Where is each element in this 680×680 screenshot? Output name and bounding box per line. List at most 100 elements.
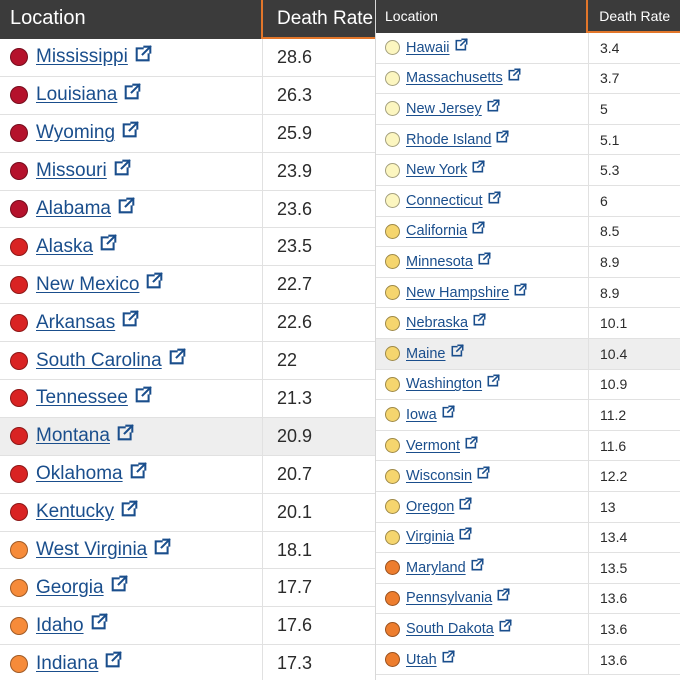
location-link[interactable]: Virginia — [406, 529, 454, 545]
location-link[interactable]: Utah — [406, 652, 437, 668]
location-link[interactable]: Tennessee — [36, 387, 128, 409]
location-link[interactable]: Indiana — [36, 653, 98, 675]
external-link-icon[interactable] — [146, 272, 164, 289]
external-link-icon[interactable] — [130, 461, 147, 479]
location-cell: New Mexico — [0, 266, 263, 304]
rate-color-dot — [385, 621, 400, 637]
location-link[interactable]: New Jersey — [406, 101, 482, 117]
location-link[interactable]: Hawaii — [406, 40, 450, 56]
external-link-icon[interactable] — [122, 120, 139, 138]
location-link[interactable]: Alabama — [36, 198, 111, 220]
external-link-icon[interactable] — [100, 234, 117, 251]
external-link-icon[interactable] — [135, 45, 152, 62]
rate-color-dot — [385, 285, 400, 301]
external-link-icon[interactable] — [459, 496, 473, 510]
location-link[interactable]: California — [406, 223, 467, 239]
location-link[interactable]: Oregon — [406, 499, 454, 515]
location-link[interactable]: Vermont — [406, 438, 460, 454]
location-link[interactable]: Massachusetts — [406, 70, 503, 86]
location-link[interactable]: Louisiana — [36, 84, 117, 106]
rate-color-dot — [385, 40, 400, 56]
location-cell: Washington — [376, 369, 589, 400]
external-link-icon[interactable] — [442, 649, 455, 663]
external-link-icon[interactable] — [472, 160, 486, 173]
death-rate-column-header[interactable]: Death Rate — [263, 0, 375, 39]
table-row: Rhode Island 5.1 — [376, 124, 680, 156]
location-column-header[interactable]: Location — [376, 0, 589, 33]
location-link[interactable]: Rhode Island — [406, 132, 491, 148]
death-rate-cell: 13 — [600, 498, 616, 515]
location-link[interactable]: New Hampshire — [406, 285, 509, 301]
location-link[interactable]: South Dakota — [406, 621, 494, 637]
location-link[interactable]: Pennsylvania — [406, 590, 492, 606]
table-row: New Mexico 22.7 — [0, 266, 375, 305]
rate-color-dot — [10, 162, 28, 181]
location-link[interactable]: West Virginia — [36, 539, 147, 561]
rate-color-dot — [10, 541, 28, 560]
location-link[interactable]: Oklahoma — [36, 463, 123, 485]
table-row: Montana 20.9 — [0, 417, 375, 456]
external-link-icon[interactable] — [111, 575, 128, 592]
location-link[interactable]: Nebraska — [406, 315, 468, 331]
location-link[interactable]: Connecticut — [406, 193, 483, 209]
death-rate-column-header[interactable]: Death Rate — [588, 0, 680, 33]
external-link-icon[interactable] — [499, 619, 512, 632]
external-link-icon[interactable] — [91, 613, 108, 630]
external-link-icon[interactable] — [473, 313, 486, 326]
table-row: South Carolina 22 — [0, 342, 375, 381]
external-link-icon[interactable] — [118, 196, 135, 214]
rate-color-dot — [385, 162, 400, 178]
external-link-icon[interactable] — [477, 466, 490, 479]
location-link[interactable]: Arkansas — [36, 312, 115, 334]
location-link[interactable]: Alaska — [36, 236, 93, 258]
external-link-icon[interactable] — [508, 68, 521, 81]
external-link-icon[interactable] — [478, 252, 491, 265]
location-link[interactable]: Wyoming — [36, 122, 115, 144]
external-link-icon[interactable] — [488, 190, 501, 204]
location-link[interactable]: Mississippi — [36, 46, 128, 68]
rate-color-dot — [10, 351, 28, 370]
location-link[interactable]: Wisconsin — [406, 468, 472, 484]
external-link-icon[interactable] — [121, 499, 138, 517]
external-link-icon[interactable] — [105, 651, 123, 668]
external-link-icon[interactable] — [472, 221, 486, 234]
external-link-icon[interactable] — [117, 424, 134, 441]
location-column-header[interactable]: Location — [0, 0, 263, 39]
death-rate-cell: 17.6 — [277, 615, 313, 636]
location-link[interactable]: Minnesota — [406, 254, 473, 270]
table-body: Mississippi 28.6 Louisiana 26.3 Wyoming 25.9 M… — [0, 39, 375, 680]
external-link-icon[interactable] — [169, 348, 186, 365]
external-link-icon[interactable] — [471, 558, 484, 571]
external-link-icon[interactable] — [497, 588, 511, 601]
location-link[interactable]: Maryland — [406, 560, 466, 576]
external-link-icon[interactable] — [154, 537, 171, 555]
location-link[interactable]: Missouri — [36, 160, 107, 182]
location-link[interactable]: Montana — [36, 425, 110, 447]
location-cell: Oregon — [376, 491, 589, 522]
external-link-icon[interactable] — [465, 435, 478, 449]
external-link-icon[interactable] — [455, 37, 468, 51]
death-rate-cell: 17.7 — [277, 577, 313, 598]
external-link-icon[interactable] — [487, 99, 500, 112]
location-link[interactable]: Iowa — [406, 407, 437, 423]
location-link[interactable]: New Mexico — [36, 274, 139, 296]
external-link-icon[interactable] — [124, 83, 142, 100]
location-cell: Hawaii — [376, 33, 589, 63]
external-link-icon[interactable] — [459, 527, 472, 540]
location-link[interactable]: Kentucky — [36, 501, 114, 523]
external-link-icon[interactable] — [122, 310, 139, 327]
location-link[interactable]: Washington — [406, 376, 482, 392]
external-link-icon[interactable] — [451, 343, 464, 357]
external-link-icon[interactable] — [514, 282, 527, 296]
location-link[interactable]: Idaho — [36, 615, 84, 637]
external-link-icon[interactable] — [487, 374, 500, 387]
external-link-icon[interactable] — [442, 405, 455, 418]
location-link[interactable]: Maine — [406, 346, 446, 362]
location-link[interactable]: New York — [406, 162, 467, 178]
location-link[interactable]: Georgia — [36, 577, 104, 599]
location-link[interactable]: South Carolina — [36, 350, 162, 372]
rate-color-dot — [385, 499, 400, 515]
external-link-icon[interactable] — [135, 386, 152, 403]
external-link-icon[interactable] — [496, 129, 510, 143]
external-link-icon[interactable] — [114, 158, 131, 176]
